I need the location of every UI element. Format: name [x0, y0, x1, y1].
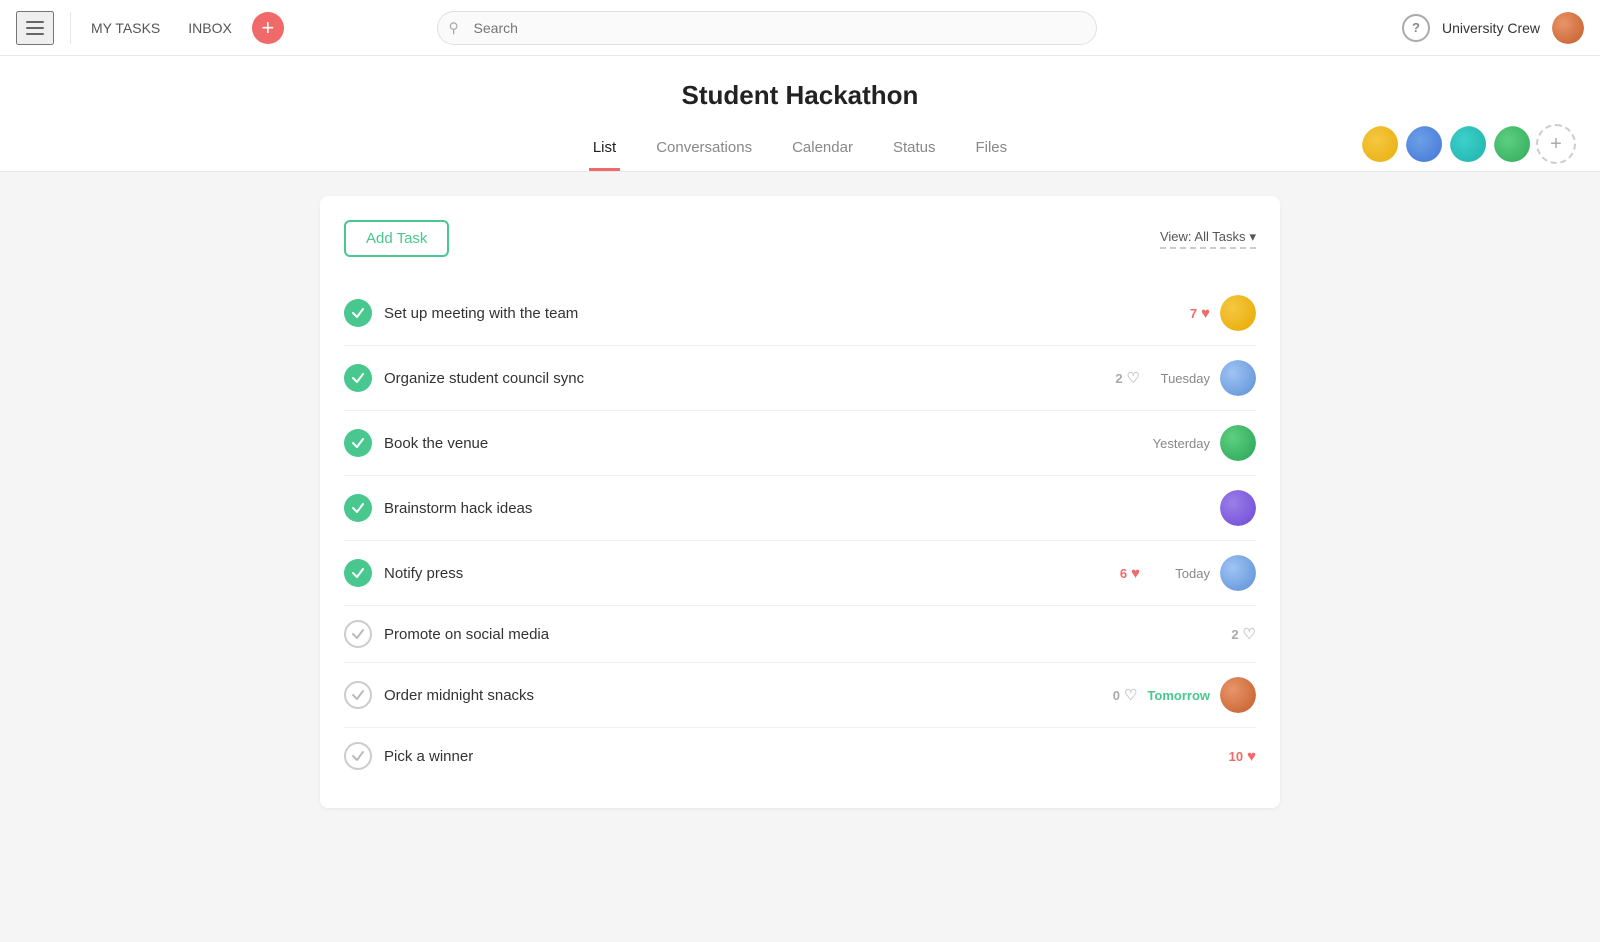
task-name: Notify press: [384, 565, 1108, 582]
tab-list[interactable]: List: [589, 127, 620, 171]
task-row[interactable]: Brainstorm hack ideas: [344, 476, 1256, 541]
workspace-name: University Crew: [1442, 20, 1540, 36]
task-meta: 10♥: [1229, 748, 1256, 765]
add-button[interactable]: +: [252, 12, 284, 44]
task-list: Set up meeting with the team 7♥ Organize s…: [344, 281, 1256, 784]
task-row[interactable]: Order midnight snacks 0♡ Tomorrow: [344, 663, 1256, 728]
task-row[interactable]: Book the venue Yesterday: [344, 411, 1256, 476]
search-icon: ⚲: [449, 19, 459, 36]
user-avatar[interactable]: [1552, 12, 1584, 44]
task-name: Promote on social media: [384, 626, 1219, 643]
due-date: Tuesday: [1150, 371, 1210, 386]
due-date: Tomorrow: [1147, 688, 1210, 703]
main-content: Add Task View: All Tasks ▾ Set up meetin…: [0, 172, 1600, 942]
task-meta: 2♡: [1231, 625, 1256, 643]
menu-icon[interactable]: [16, 11, 54, 45]
task-avatar: [1220, 425, 1256, 461]
tab-status[interactable]: Status: [889, 127, 940, 171]
help-button[interactable]: ?: [1402, 14, 1430, 42]
nav-links: MY TASKS INBOX: [79, 14, 244, 42]
task-name: Pick a winner: [384, 748, 1217, 765]
add-member-button[interactable]: +: [1536, 124, 1576, 164]
check-pending-icon[interactable]: [344, 620, 372, 648]
project-header: Student Hackathon + List Conversations C…: [0, 56, 1600, 172]
nav-divider: [70, 12, 71, 44]
task-row[interactable]: Pick a winner 10♥: [344, 728, 1256, 784]
task-avatar: [1220, 555, 1256, 591]
tab-calendar[interactable]: Calendar: [788, 127, 857, 171]
task-row[interactable]: Notify press 6♥ Today: [344, 541, 1256, 606]
member-avatar-1[interactable]: [1360, 124, 1400, 164]
view-filter[interactable]: View: All Tasks ▾: [1160, 229, 1256, 249]
inbox-link[interactable]: INBOX: [176, 14, 244, 42]
task-row[interactable]: Organize student council sync 2♡ Tuesday: [344, 346, 1256, 411]
tab-files[interactable]: Files: [971, 127, 1011, 171]
task-meta: Yesterday: [1150, 425, 1256, 461]
check-done-icon[interactable]: [344, 429, 372, 457]
task-row[interactable]: Set up meeting with the team 7♥: [344, 281, 1256, 346]
task-name: Brainstorm hack ideas: [384, 500, 1208, 517]
task-avatar: [1220, 490, 1256, 526]
task-avatar: [1220, 677, 1256, 713]
search-bar: ⚲: [437, 11, 1097, 45]
project-title: Student Hackathon: [0, 80, 1600, 111]
task-name: Order midnight snacks: [384, 687, 1101, 704]
chevron-down-icon: ▾: [1249, 229, 1256, 245]
task-name: Book the venue: [384, 435, 1138, 452]
task-list-container: Add Task View: All Tasks ▾ Set up meetin…: [320, 196, 1280, 808]
check-done-icon[interactable]: [344, 559, 372, 587]
task-avatar: [1220, 295, 1256, 331]
member-avatar-4[interactable]: [1492, 124, 1532, 164]
check-done-icon[interactable]: [344, 299, 372, 327]
like-count[interactable]: 7♥: [1190, 305, 1210, 322]
task-name: Set up meeting with the team: [384, 305, 1178, 322]
check-done-icon[interactable]: [344, 494, 372, 522]
due-date: Yesterday: [1150, 436, 1210, 451]
top-navigation: MY TASKS INBOX + ⚲ ? University Crew: [0, 0, 1600, 56]
like-count[interactable]: 2♡: [1115, 369, 1140, 387]
my-tasks-link[interactable]: MY TASKS: [79, 14, 172, 42]
task-meta: 6♥ Today: [1120, 555, 1256, 591]
member-avatar-2[interactable]: [1404, 124, 1444, 164]
tab-conversations[interactable]: Conversations: [652, 127, 756, 171]
check-done-icon[interactable]: [344, 364, 372, 392]
task-meta: 2♡ Tuesday: [1115, 360, 1256, 396]
like-count[interactable]: 6♥: [1120, 565, 1140, 582]
search-input[interactable]: [437, 11, 1097, 45]
check-pending-icon[interactable]: [344, 742, 372, 770]
view-filter-label: View: All Tasks: [1160, 229, 1246, 244]
due-date: Today: [1150, 566, 1210, 581]
member-avatar-3[interactable]: [1448, 124, 1488, 164]
members-row: +: [1360, 124, 1576, 164]
task-name: Organize student council sync: [384, 370, 1103, 387]
task-meta: 0♡ Tomorrow: [1113, 677, 1256, 713]
task-meta: [1220, 490, 1256, 526]
like-count[interactable]: 10♥: [1229, 748, 1256, 765]
task-avatar: [1220, 360, 1256, 396]
task-meta: 7♥: [1190, 295, 1256, 331]
like-count[interactable]: 0♡: [1113, 686, 1138, 704]
nav-right: ? University Crew: [1402, 12, 1584, 44]
toolbar-row: Add Task View: All Tasks ▾: [344, 220, 1256, 257]
check-pending-icon[interactable]: [344, 681, 372, 709]
task-row[interactable]: Promote on social media 2♡: [344, 606, 1256, 663]
like-count[interactable]: 2♡: [1231, 625, 1256, 643]
add-task-button[interactable]: Add Task: [344, 220, 449, 257]
